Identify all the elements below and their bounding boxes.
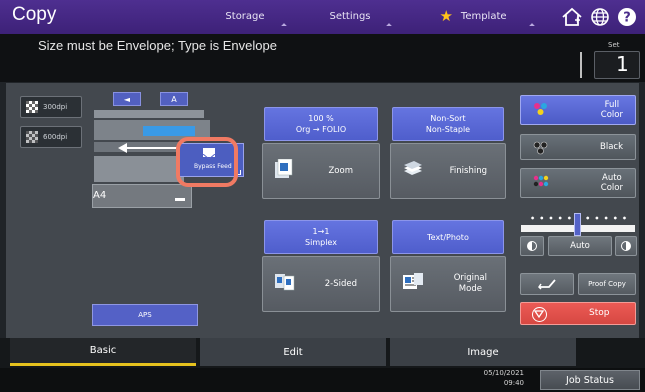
checker-icon	[26, 131, 38, 143]
copier-scanner-glass	[143, 126, 195, 136]
paper-size-label: A4	[93, 190, 107, 201]
resolution-300dpi-button[interactable]: 300dpi	[20, 96, 82, 118]
globe-icon[interactable]	[588, 5, 612, 29]
home-icon[interactable]	[560, 5, 584, 29]
set-label: Set	[608, 41, 620, 49]
highlight-ring	[176, 137, 238, 187]
original-mode-button[interactable]: Original Mode	[390, 256, 506, 312]
app-title: Copy	[12, 4, 57, 25]
copy-count-value: 1	[616, 52, 629, 76]
black-button[interactable]: Black	[520, 134, 636, 160]
black-icon	[533, 141, 548, 155]
resolution-600dpi-button[interactable]: 600dpi	[20, 126, 82, 148]
arrow-left-icon	[118, 143, 127, 153]
paper-drawer-a4[interactable]	[92, 184, 192, 208]
full-color-icon	[534, 103, 547, 115]
lighter-icon	[527, 241, 537, 251]
finishing-icon	[404, 161, 422, 175]
tab-storage[interactable]: Storage	[200, 0, 290, 32]
interrupt-icon	[538, 279, 556, 290]
original-mode-icon	[403, 273, 423, 289]
output-arrow-line	[125, 147, 181, 149]
zoom-icon	[275, 159, 293, 178]
proof-copy-button[interactable]: Proof Copy	[578, 273, 636, 295]
help-icon[interactable]: ?	[615, 5, 639, 29]
auto-color-button[interactable]: Auto Color	[520, 168, 636, 198]
full-color-button[interactable]: Full Color	[520, 95, 636, 125]
checker-icon	[26, 101, 38, 113]
tab-settings[interactable]: Settings	[305, 0, 395, 32]
lighter-button[interactable]	[520, 236, 544, 256]
darker-icon	[621, 241, 631, 251]
zoom-button[interactable]: Zoom	[262, 143, 380, 199]
aps-button[interactable]: APS	[92, 304, 198, 326]
tab-image[interactable]: Image	[390, 338, 576, 366]
finishing-status[interactable]: Non-Sort Non-Staple	[392, 107, 504, 141]
svg-text:?: ?	[623, 11, 631, 26]
duplex-status[interactable]: 1→1 Simplex	[264, 220, 378, 254]
stop-icon	[532, 307, 547, 322]
zoom-status[interactable]: 100 % Org → FOLIO	[264, 107, 378, 141]
tray-handle	[175, 198, 185, 201]
exposure-slider-thumb[interactable]	[574, 213, 581, 236]
interrupt-button[interactable]	[520, 273, 574, 295]
original-size-button[interactable]: A	[160, 92, 188, 106]
tab-basic[interactable]: Basic	[10, 338, 196, 366]
two-sided-button[interactable]: 2-Sided	[262, 256, 380, 312]
job-status-button[interactable]: Job Status	[540, 370, 640, 390]
darker-button[interactable]	[615, 236, 637, 256]
tab-template[interactable]: ★ Template	[408, 0, 538, 32]
finishing-button[interactable]: Finishing	[390, 143, 506, 199]
two-sided-icon	[275, 274, 295, 291]
datetime: 05/10/2021 09:40	[483, 369, 524, 387]
auto-exposure-button[interactable]: Auto	[548, 236, 612, 256]
tab-edit[interactable]: Edit	[200, 338, 386, 366]
stop-button[interactable]: Stop	[520, 302, 636, 325]
star-icon: ★	[439, 7, 453, 25]
auto-color-icon	[533, 175, 549, 187]
copier-lid	[94, 110, 204, 118]
copier-drawer	[94, 156, 184, 182]
divider	[580, 52, 582, 78]
original-orientation-button[interactable]: ◄	[113, 92, 141, 106]
original-mode-status[interactable]: Text/Photo	[392, 220, 504, 254]
status-message: Size must be Envelope; Type is Envelope	[38, 38, 277, 53]
